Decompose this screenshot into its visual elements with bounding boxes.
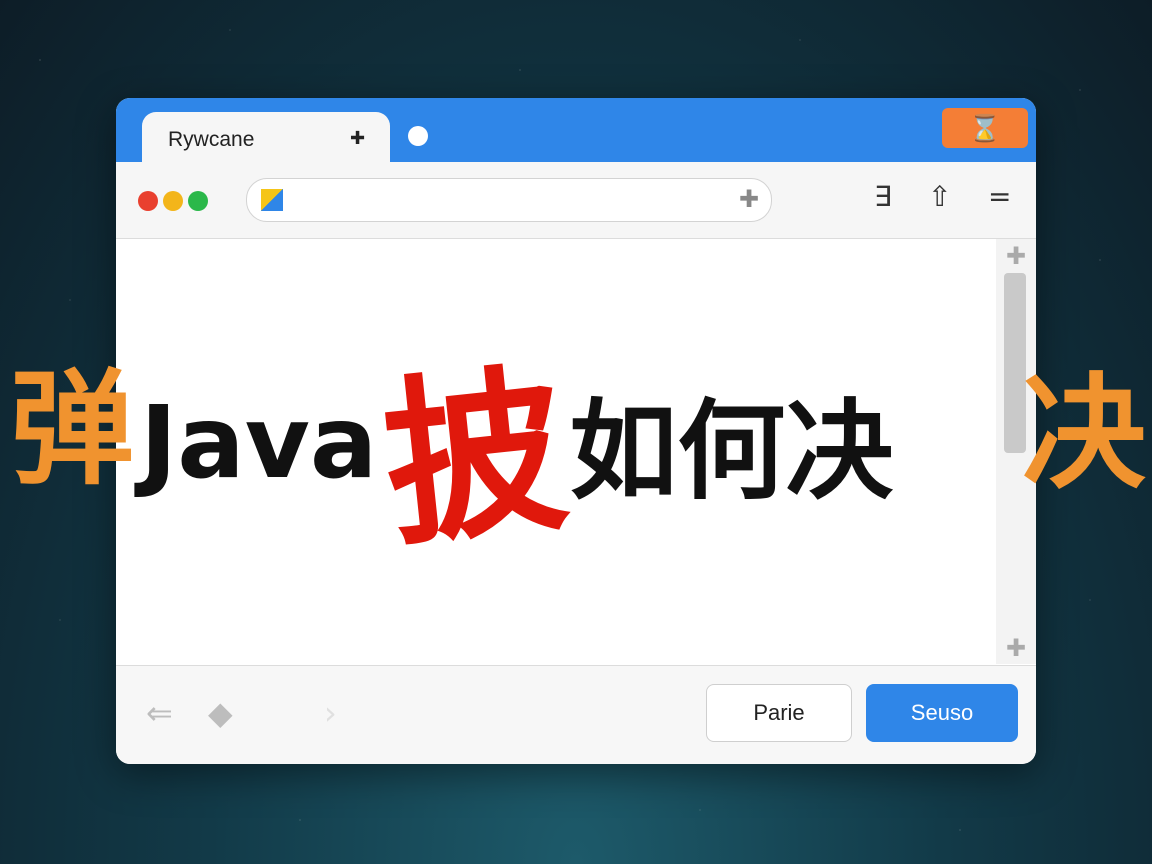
- minimize-dot[interactable]: [163, 191, 183, 211]
- toolbar: ✚ ∃ ⇧ =: [116, 162, 1036, 239]
- address-bar[interactable]: ✚: [246, 178, 772, 222]
- back-arrow-icon[interactable]: ⇐: [146, 694, 173, 732]
- new-tab-button[interactable]: [408, 126, 428, 146]
- menu-icon[interactable]: =: [988, 180, 1011, 213]
- primary-button[interactable]: Seuso: [866, 684, 1018, 742]
- home-icon[interactable]: ⇧: [928, 180, 951, 213]
- close-x-icon: ⌛: [968, 113, 1002, 143]
- tab-title: Rywcane: [168, 128, 255, 151]
- maximize-dot[interactable]: [188, 191, 208, 211]
- headline-java: Java: [140, 384, 378, 501]
- address-input[interactable]: [293, 185, 737, 215]
- overlay-right-char: 决: [1022, 362, 1147, 506]
- headline-rest: 如何决: [569, 389, 894, 515]
- diamond-icon[interactable]: ◆: [208, 694, 233, 732]
- secondary-button[interactable]: Parie: [706, 684, 852, 742]
- puzzle-icon[interactable]: ✚: [350, 128, 365, 149]
- headline-red-char: 披: [374, 344, 576, 573]
- scroll-down-icon[interactable]: ✚: [1006, 637, 1026, 661]
- close-dot[interactable]: [138, 191, 158, 211]
- browser-tab[interactable]: Rywcane ✚: [142, 112, 390, 162]
- scroll-up-icon[interactable]: ✚: [1006, 245, 1026, 269]
- plus-icon[interactable]: ✚: [739, 185, 759, 214]
- headline: Java披如何决: [140, 312, 893, 573]
- list-icon[interactable]: ∃: [874, 180, 892, 213]
- title-bar: Rywcane ✚ ⌛: [116, 98, 1036, 162]
- site-favicon-icon: [261, 189, 283, 211]
- forward-arrow-icon[interactable]: ›: [324, 694, 337, 732]
- close-button[interactable]: ⌛: [942, 108, 1028, 148]
- bottom-bar: ⇐ ◆ › Parie Seuso: [116, 665, 1036, 764]
- overlay-left-char: 弹: [10, 358, 135, 502]
